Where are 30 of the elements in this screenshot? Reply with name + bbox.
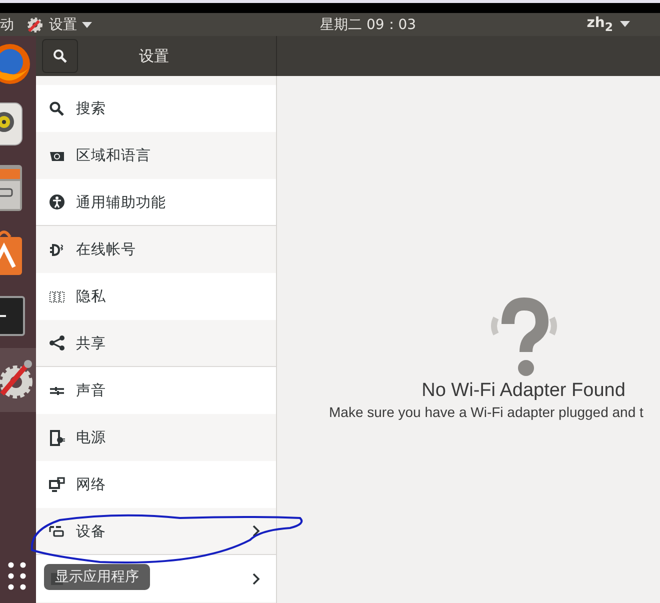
dock-item[interactable]	[0, 348, 36, 412]
app-menu[interactable]: 设置	[26, 16, 92, 34]
empty-state-title: No Wi-Fi Adapter Found	[422, 380, 626, 402]
empty-state-message: Make sure you have a Wi-Fi adapter plugged and t	[329, 404, 644, 420]
sidebar-item[interactable]: 隐私	[36, 273, 276, 320]
devices-icon	[49, 523, 65, 539]
chevron-icon	[252, 525, 260, 537]
activities-button[interactable]: 动	[0, 16, 14, 34]
search-icon	[53, 49, 67, 63]
sidebar-item[interactable]: 网络	[36, 461, 276, 508]
sidebar-item[interactable]: 声音	[36, 367, 276, 414]
input-method-menu[interactable]: zh$_{2}$	[586, 15, 630, 34]
window-title: 设置	[139, 46, 169, 66]
caret-icon	[620, 21, 630, 28]
power-icon	[49, 430, 65, 446]
search-icon	[49, 100, 65, 116]
gear-icon	[26, 16, 44, 34]
speaker-icon	[0, 101, 24, 147]
sidebar-item[interactable]: 通用辅助功能	[36, 179, 276, 226]
caret-icon	[82, 22, 92, 28]
terminal-icon	[0, 295, 26, 337]
cabinet-icon	[0, 163, 24, 213]
tooltip: 显示应用程序	[44, 564, 150, 590]
search-button[interactable]	[42, 39, 78, 73]
clock[interactable]: 星期二 09：03	[320, 16, 416, 34]
sidebar-item[interactable]: 搜索	[36, 85, 276, 132]
share-icon	[49, 335, 65, 351]
chevron-icon	[252, 572, 260, 584]
network-icon	[49, 476, 65, 492]
access-icon	[49, 194, 65, 210]
